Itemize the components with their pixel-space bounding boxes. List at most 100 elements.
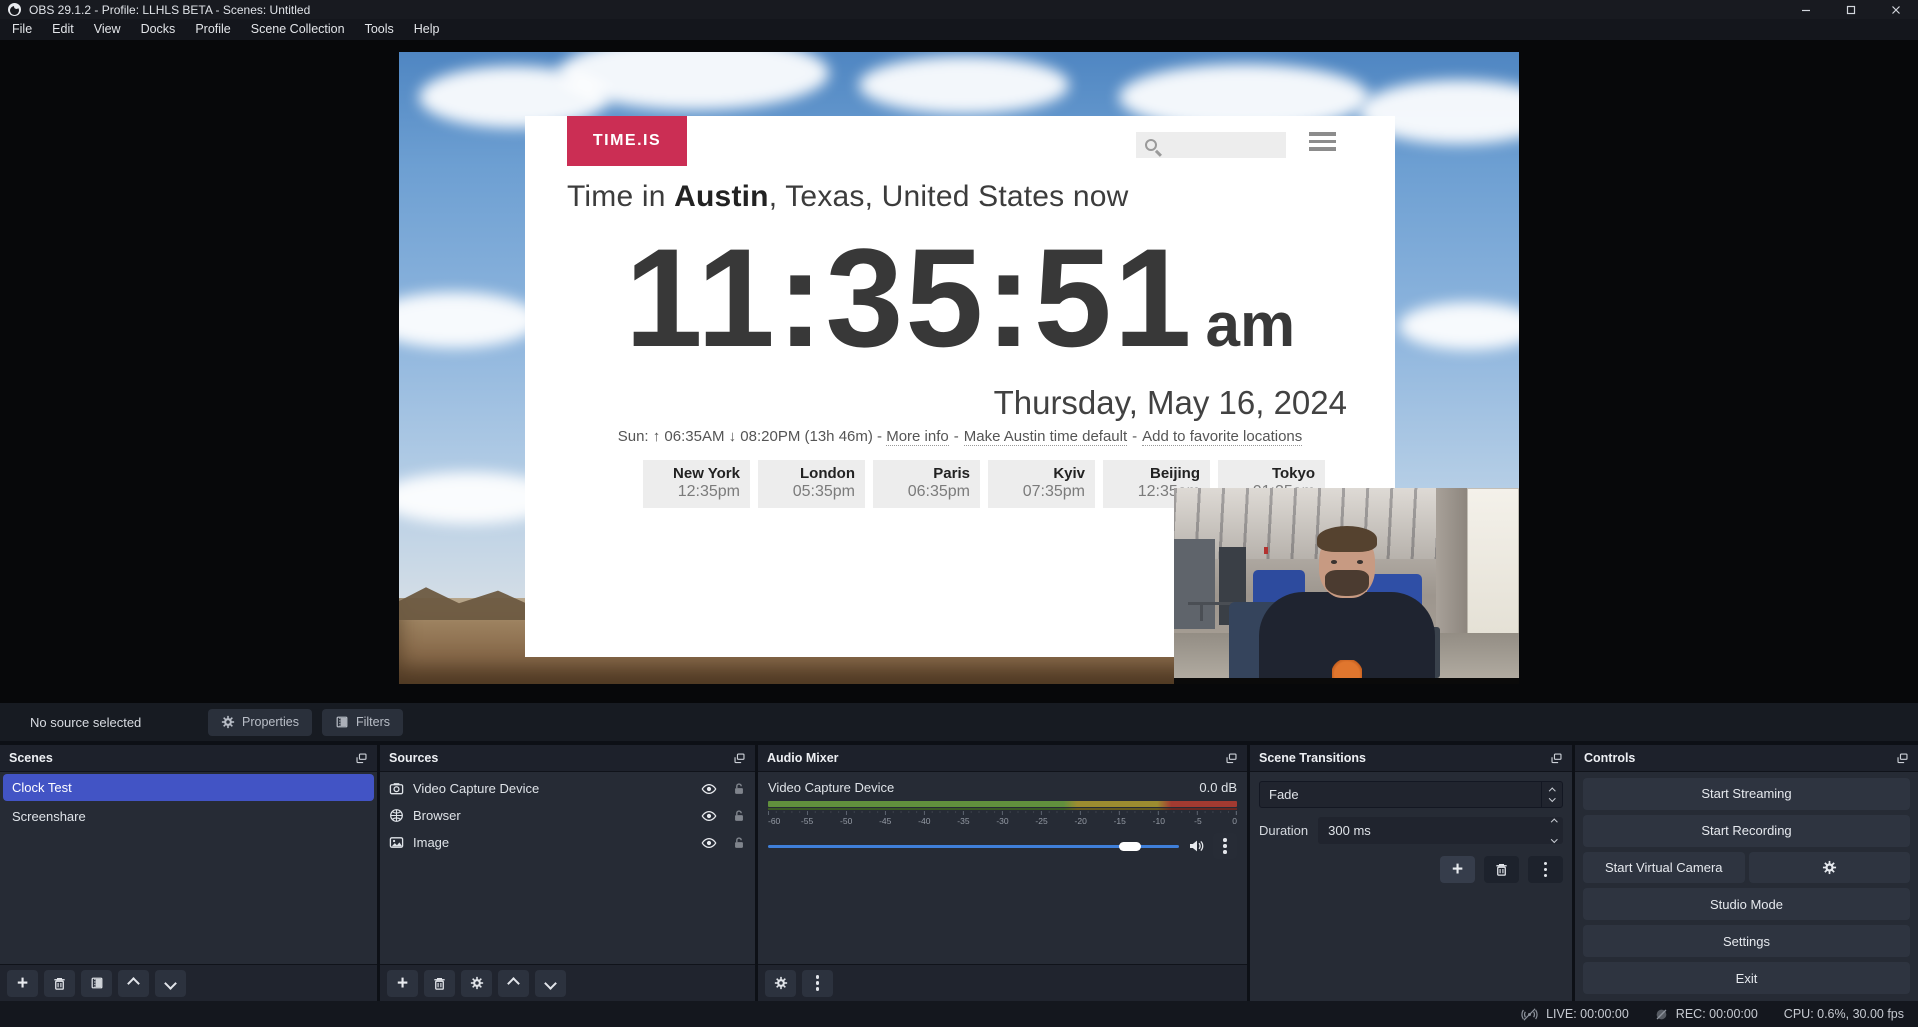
source-item-video-capture[interactable]: Video Capture Device [380, 775, 755, 802]
move-source-down-button[interactable] [535, 970, 566, 997]
webcam-overlay[interactable] [1174, 488, 1519, 684]
scene-filters-button[interactable] [81, 970, 112, 997]
controls-header: Controls [1575, 745, 1918, 772]
menu-help[interactable]: Help [404, 19, 450, 40]
popout-icon[interactable] [733, 752, 746, 765]
scene-item-clock-test[interactable]: Clock Test [3, 774, 374, 801]
menu-view[interactable]: View [84, 19, 131, 40]
spinbox-arrows[interactable] [1552, 820, 1557, 841]
source-item-image[interactable]: Image [380, 829, 755, 856]
lock-icon[interactable] [732, 782, 746, 796]
remove-scene-button[interactable] [44, 970, 75, 997]
clock-row: 11:35:51 am [525, 228, 1395, 368]
cpu-fps-stats: CPU: 0.6%, 30.00 fps [1784, 1007, 1904, 1021]
popout-icon[interactable] [1550, 752, 1563, 765]
mixer-channel-menu-button[interactable] [1213, 833, 1237, 859]
visibility-eye-icon[interactable] [701, 835, 717, 851]
cloud [1399, 302, 1519, 350]
advanced-audio-button[interactable] [765, 970, 796, 997]
add-transition-button[interactable]: + [1440, 856, 1475, 883]
preview-area: TIME.IS Time in Austin, Texas, United St… [0, 40, 1918, 703]
settings-button[interactable]: Settings [1583, 925, 1910, 957]
menu-tools[interactable]: Tools [355, 19, 404, 40]
audio-mixer-header: Audio Mixer [758, 745, 1247, 772]
dock-area: Scenes Clock Test Screenshare + Sources [0, 745, 1918, 1001]
exit-button[interactable]: Exit [1583, 962, 1910, 994]
menu-file[interactable]: File [2, 19, 42, 40]
menu-docks[interactable]: Docks [131, 19, 186, 40]
favorite-link: Add to favorite locations [1142, 428, 1302, 446]
move-source-up-button[interactable] [498, 970, 529, 997]
record-inactive-icon [1655, 1008, 1668, 1021]
duration-spinbox[interactable]: 300 ms [1318, 817, 1563, 844]
scenes-title: Scenes [9, 751, 53, 765]
popout-icon[interactable] [355, 752, 368, 765]
virtual-camera-config-button[interactable] [1749, 852, 1911, 884]
city-card: Paris06:35pm [873, 460, 980, 508]
remove-source-button[interactable] [424, 970, 455, 997]
visibility-eye-icon[interactable] [701, 781, 717, 797]
source-properties-button[interactable] [461, 970, 492, 997]
minimize-button[interactable] [1783, 0, 1828, 19]
stream-inactive-icon [1521, 1006, 1538, 1023]
menu-edit[interactable]: Edit [42, 19, 84, 40]
scenes-header: Scenes [0, 745, 377, 772]
lock-icon[interactable] [732, 809, 746, 823]
start-streaming-button[interactable]: Start Streaming [1583, 778, 1910, 810]
remove-transition-button[interactable] [1484, 856, 1519, 883]
make-default-link: Make Austin time default [964, 428, 1127, 446]
duration-label: Duration [1259, 823, 1308, 838]
mixer-level-db: 0.0 dB [1199, 780, 1237, 795]
rec-status: REC: 00:00:00 [1655, 1007, 1758, 1021]
start-recording-button[interactable]: Start Recording [1583, 815, 1910, 847]
menu-scene-collection[interactable]: Scene Collection [241, 19, 355, 40]
visibility-eye-icon[interactable] [701, 808, 717, 824]
sources-panel: Sources Video Capture Device Browser [380, 745, 755, 1001]
gear-icon [470, 976, 484, 990]
audio-mixer-title: Audio Mixer [767, 751, 839, 765]
cloud [399, 292, 539, 348]
timeis-search-box [1136, 132, 1286, 158]
source-item-browser[interactable]: Browser [380, 802, 755, 829]
person-torso [1259, 592, 1435, 684]
maximize-button[interactable] [1828, 0, 1873, 19]
filters-button[interactable]: Filters [322, 709, 403, 736]
live-status: LIVE: 00:00:00 [1521, 1006, 1629, 1023]
globe-icon [389, 808, 404, 823]
scene-transitions-header: Scene Transitions [1250, 745, 1572, 772]
popout-icon[interactable] [1225, 752, 1238, 765]
move-scene-up-button[interactable] [118, 970, 149, 997]
scene-transitions-panel: Scene Transitions Fade Duration 300 ms + [1250, 745, 1572, 1001]
studio-mode-button[interactable]: Studio Mode [1583, 888, 1910, 920]
timeis-logo: TIME.IS [567, 116, 687, 166]
menu-profile[interactable]: Profile [185, 19, 240, 40]
lock-icon[interactable] [732, 836, 746, 850]
sources-list: Video Capture Device Browser Image [380, 772, 755, 964]
close-button[interactable] [1873, 0, 1918, 19]
search-icon [1145, 139, 1157, 151]
transition-properties-button[interactable] [1528, 856, 1563, 883]
city-card: New York12:35pm [643, 460, 750, 508]
scene-item-screenshare[interactable]: Screenshare [3, 803, 374, 830]
add-source-button[interactable]: + [387, 970, 418, 997]
obs-window: OBS 29.1.2 - Profile: LLHLS BETA - Scene… [0, 0, 1918, 1027]
add-scene-button[interactable]: + [7, 970, 38, 997]
start-virtual-camera-button[interactable]: Start Virtual Camera [1583, 852, 1745, 884]
popout-icon[interactable] [1896, 752, 1909, 765]
hamburger-menu-icon [1309, 132, 1336, 151]
kebab-menu-icon [1223, 844, 1227, 848]
speaker-icon[interactable] [1188, 838, 1204, 854]
properties-button[interactable]: Properties [208, 709, 312, 736]
volume-slider-handle[interactable] [1119, 842, 1141, 851]
transition-select[interactable]: Fade [1259, 781, 1563, 808]
move-scene-down-button[interactable] [155, 970, 186, 997]
mixer-channel: Video Capture Device 0.0 dB -60 -55 -50 … [758, 772, 1247, 964]
program-canvas[interactable]: TIME.IS Time in Austin, Texas, United St… [399, 52, 1519, 684]
meter-scale: -60 -55 -50 -45 -40 -35 -30 -25 -20 -15 … [768, 815, 1237, 828]
window-controls [1783, 0, 1918, 19]
volume-meter [768, 801, 1237, 807]
scenes-list: Clock Test Screenshare [0, 772, 377, 964]
volume-slider[interactable] [768, 840, 1179, 852]
meridiem: am [1206, 295, 1296, 357]
mixer-menu-button[interactable] [802, 970, 833, 997]
